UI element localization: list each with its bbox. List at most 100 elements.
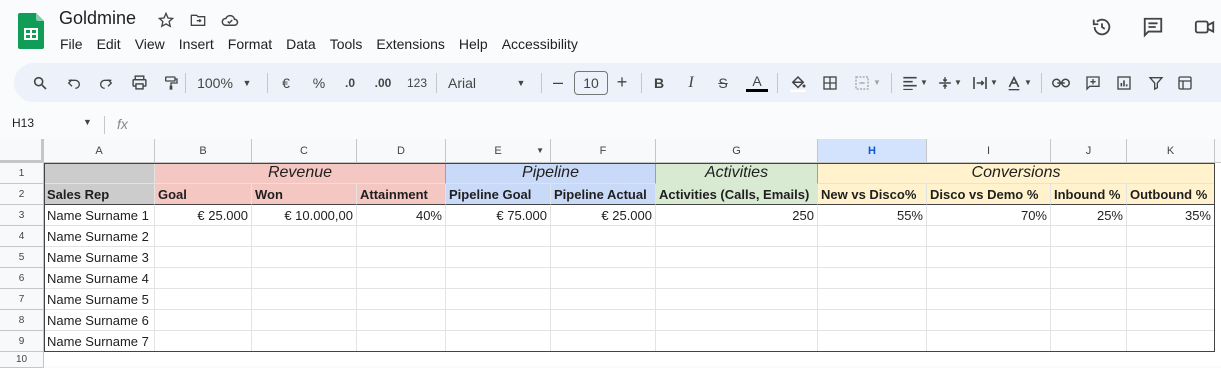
- empty-cell-d4[interactable]: [357, 226, 446, 247]
- empty-cell-e8[interactable]: [446, 310, 551, 331]
- empty-cell-d5[interactable]: [357, 247, 446, 268]
- header-cell-a[interactable]: Sales Rep: [44, 184, 155, 205]
- empty-cell-c7[interactable]: [252, 289, 357, 310]
- row-header-4[interactable]: 4: [0, 226, 44, 247]
- empty-cell-f4[interactable]: [551, 226, 656, 247]
- number-format-button[interactable]: 123: [404, 63, 430, 102]
- empty-cell-e7[interactable]: [446, 289, 551, 310]
- row-header-6[interactable]: 6: [0, 268, 44, 289]
- empty-cell-i5[interactable]: [927, 247, 1051, 268]
- empty-cell-g7[interactable]: [656, 289, 818, 310]
- data-cell-b3[interactable]: € 25.000: [155, 205, 252, 226]
- empty-cell-i8[interactable]: [927, 310, 1051, 331]
- empty-cell-k6[interactable]: [1127, 268, 1215, 289]
- name-box-dropdown-icon[interactable]: ▼: [83, 117, 92, 127]
- column-header-e[interactable]: E ▼: [446, 139, 551, 163]
- data-cell-c3[interactable]: € 10.000,00: [252, 205, 357, 226]
- comments-icon[interactable]: [1140, 14, 1166, 40]
- spreadsheet-grid[interactable]: A B C D E ▼ F G H I J K 1 2 3 4 5 6 7 8 9 10 Revenue Pipeline Ac…: [0, 139, 1221, 368]
- header-cell-j[interactable]: Inbound %: [1051, 184, 1127, 205]
- empty-cell-e4[interactable]: [446, 226, 551, 247]
- group-header-activities[interactable]: Activities: [656, 163, 818, 184]
- empty-cell-i6[interactable]: [927, 268, 1051, 289]
- vertical-align-icon[interactable]: ▼: [935, 63, 965, 102]
- empty-cell-c9[interactable]: [252, 331, 357, 352]
- empty-cell-g8[interactable]: [656, 310, 818, 331]
- empty-cell-i4[interactable]: [927, 226, 1051, 247]
- select-all-corner[interactable]: [0, 139, 44, 163]
- text-wrapping-icon[interactable]: ▼: [970, 63, 1000, 102]
- row-header-7[interactable]: 7: [0, 289, 44, 310]
- name-cell-a9[interactable]: Name Surname 7: [44, 331, 155, 352]
- data-cell-i3[interactable]: 70%: [927, 205, 1051, 226]
- menu-data[interactable]: Data: [279, 34, 323, 54]
- empty-cell-e9[interactable]: [446, 331, 551, 352]
- row-header-3[interactable]: 3: [0, 205, 44, 226]
- empty-cell-j7[interactable]: [1051, 289, 1127, 310]
- empty-cell-d9[interactable]: [357, 331, 446, 352]
- redo-icon[interactable]: [94, 63, 118, 102]
- empty-cell-g9[interactable]: [656, 331, 818, 352]
- data-cell-d3[interactable]: 40%: [357, 205, 446, 226]
- menu-extensions[interactable]: Extensions: [369, 34, 451, 54]
- header-cell-i[interactable]: Disco vs Demo %: [927, 184, 1051, 205]
- empty-cell-b5[interactable]: [155, 247, 252, 268]
- empty-cell-f7[interactable]: [551, 289, 656, 310]
- header-cell-b[interactable]: Goal: [155, 184, 252, 205]
- empty-cell-j9[interactable]: [1051, 331, 1127, 352]
- name-cell-a5[interactable]: Name Surname 3: [44, 247, 155, 268]
- borders-icon[interactable]: [820, 63, 840, 102]
- empty-cell-c6[interactable]: [252, 268, 357, 289]
- font-dropdown-icon[interactable]: ▼: [514, 63, 528, 102]
- menu-accessibility[interactable]: Accessibility: [495, 34, 585, 54]
- decrease-decimal-button[interactable]: .0: [339, 63, 361, 102]
- empty-cell-h7[interactable]: [818, 289, 927, 310]
- menu-view[interactable]: View: [128, 34, 172, 54]
- row-header-5[interactable]: 5: [0, 247, 44, 268]
- move-folder-icon[interactable]: [189, 11, 207, 29]
- empty-cell-g5[interactable]: [656, 247, 818, 268]
- empty-cell-h6[interactable]: [818, 268, 927, 289]
- empty-cell-i9[interactable]: [927, 331, 1051, 352]
- empty-cell-k9[interactable]: [1127, 331, 1215, 352]
- currency-format-button[interactable]: €: [276, 63, 296, 102]
- empty-cell-d6[interactable]: [357, 268, 446, 289]
- empty-cell-b6[interactable]: [155, 268, 252, 289]
- menu-edit[interactable]: Edit: [90, 34, 128, 54]
- data-cell-j3[interactable]: 25%: [1051, 205, 1127, 226]
- column-header-f[interactable]: F: [551, 139, 656, 163]
- text-color-button[interactable]: A: [745, 63, 769, 102]
- empty-cell-f9[interactable]: [551, 331, 656, 352]
- empty-cell-f8[interactable]: [551, 310, 656, 331]
- empty-cell-g4[interactable]: [656, 226, 818, 247]
- header-cell-k[interactable]: Outbound %: [1127, 184, 1215, 205]
- italic-button[interactable]: I: [682, 63, 700, 102]
- sheets-logo-icon[interactable]: [18, 13, 44, 49]
- menu-tools[interactable]: Tools: [323, 34, 370, 54]
- font-family-select[interactable]: Arial: [448, 63, 508, 102]
- header-cell-g[interactable]: Activities (Calls, Emails): [656, 184, 818, 205]
- column-header-b[interactable]: B: [155, 139, 252, 163]
- empty-cell-j5[interactable]: [1051, 247, 1127, 268]
- header-cell-e[interactable]: Pipeline Goal: [446, 184, 551, 205]
- empty-cell-k5[interactable]: [1127, 247, 1215, 268]
- empty-cell-c4[interactable]: [252, 226, 357, 247]
- empty-cell-h8[interactable]: [818, 310, 927, 331]
- group-header-revenue[interactable]: Revenue: [155, 163, 446, 184]
- empty-cell-g6[interactable]: [656, 268, 818, 289]
- filter-icon[interactable]: [1145, 63, 1167, 102]
- empty-cell-e5[interactable]: [446, 247, 551, 268]
- increase-decimal-button[interactable]: .00: [370, 63, 396, 102]
- header-cell-d[interactable]: Attainment: [357, 184, 446, 205]
- data-cell-a3[interactable]: Name Surname 1: [44, 205, 155, 226]
- merge-cells-icon[interactable]: ▼: [852, 63, 882, 102]
- empty-cell-b9[interactable]: [155, 331, 252, 352]
- data-cell-h3[interactable]: 55%: [818, 205, 927, 226]
- zoom-dropdown-icon[interactable]: ▼: [240, 63, 254, 102]
- column-header-k[interactable]: K: [1127, 139, 1215, 163]
- column-header-j[interactable]: J: [1051, 139, 1127, 163]
- menu-file[interactable]: File: [53, 34, 90, 54]
- empty-cell-e6[interactable]: [446, 268, 551, 289]
- empty-cell-b7[interactable]: [155, 289, 252, 310]
- empty-cell-j6[interactable]: [1051, 268, 1127, 289]
